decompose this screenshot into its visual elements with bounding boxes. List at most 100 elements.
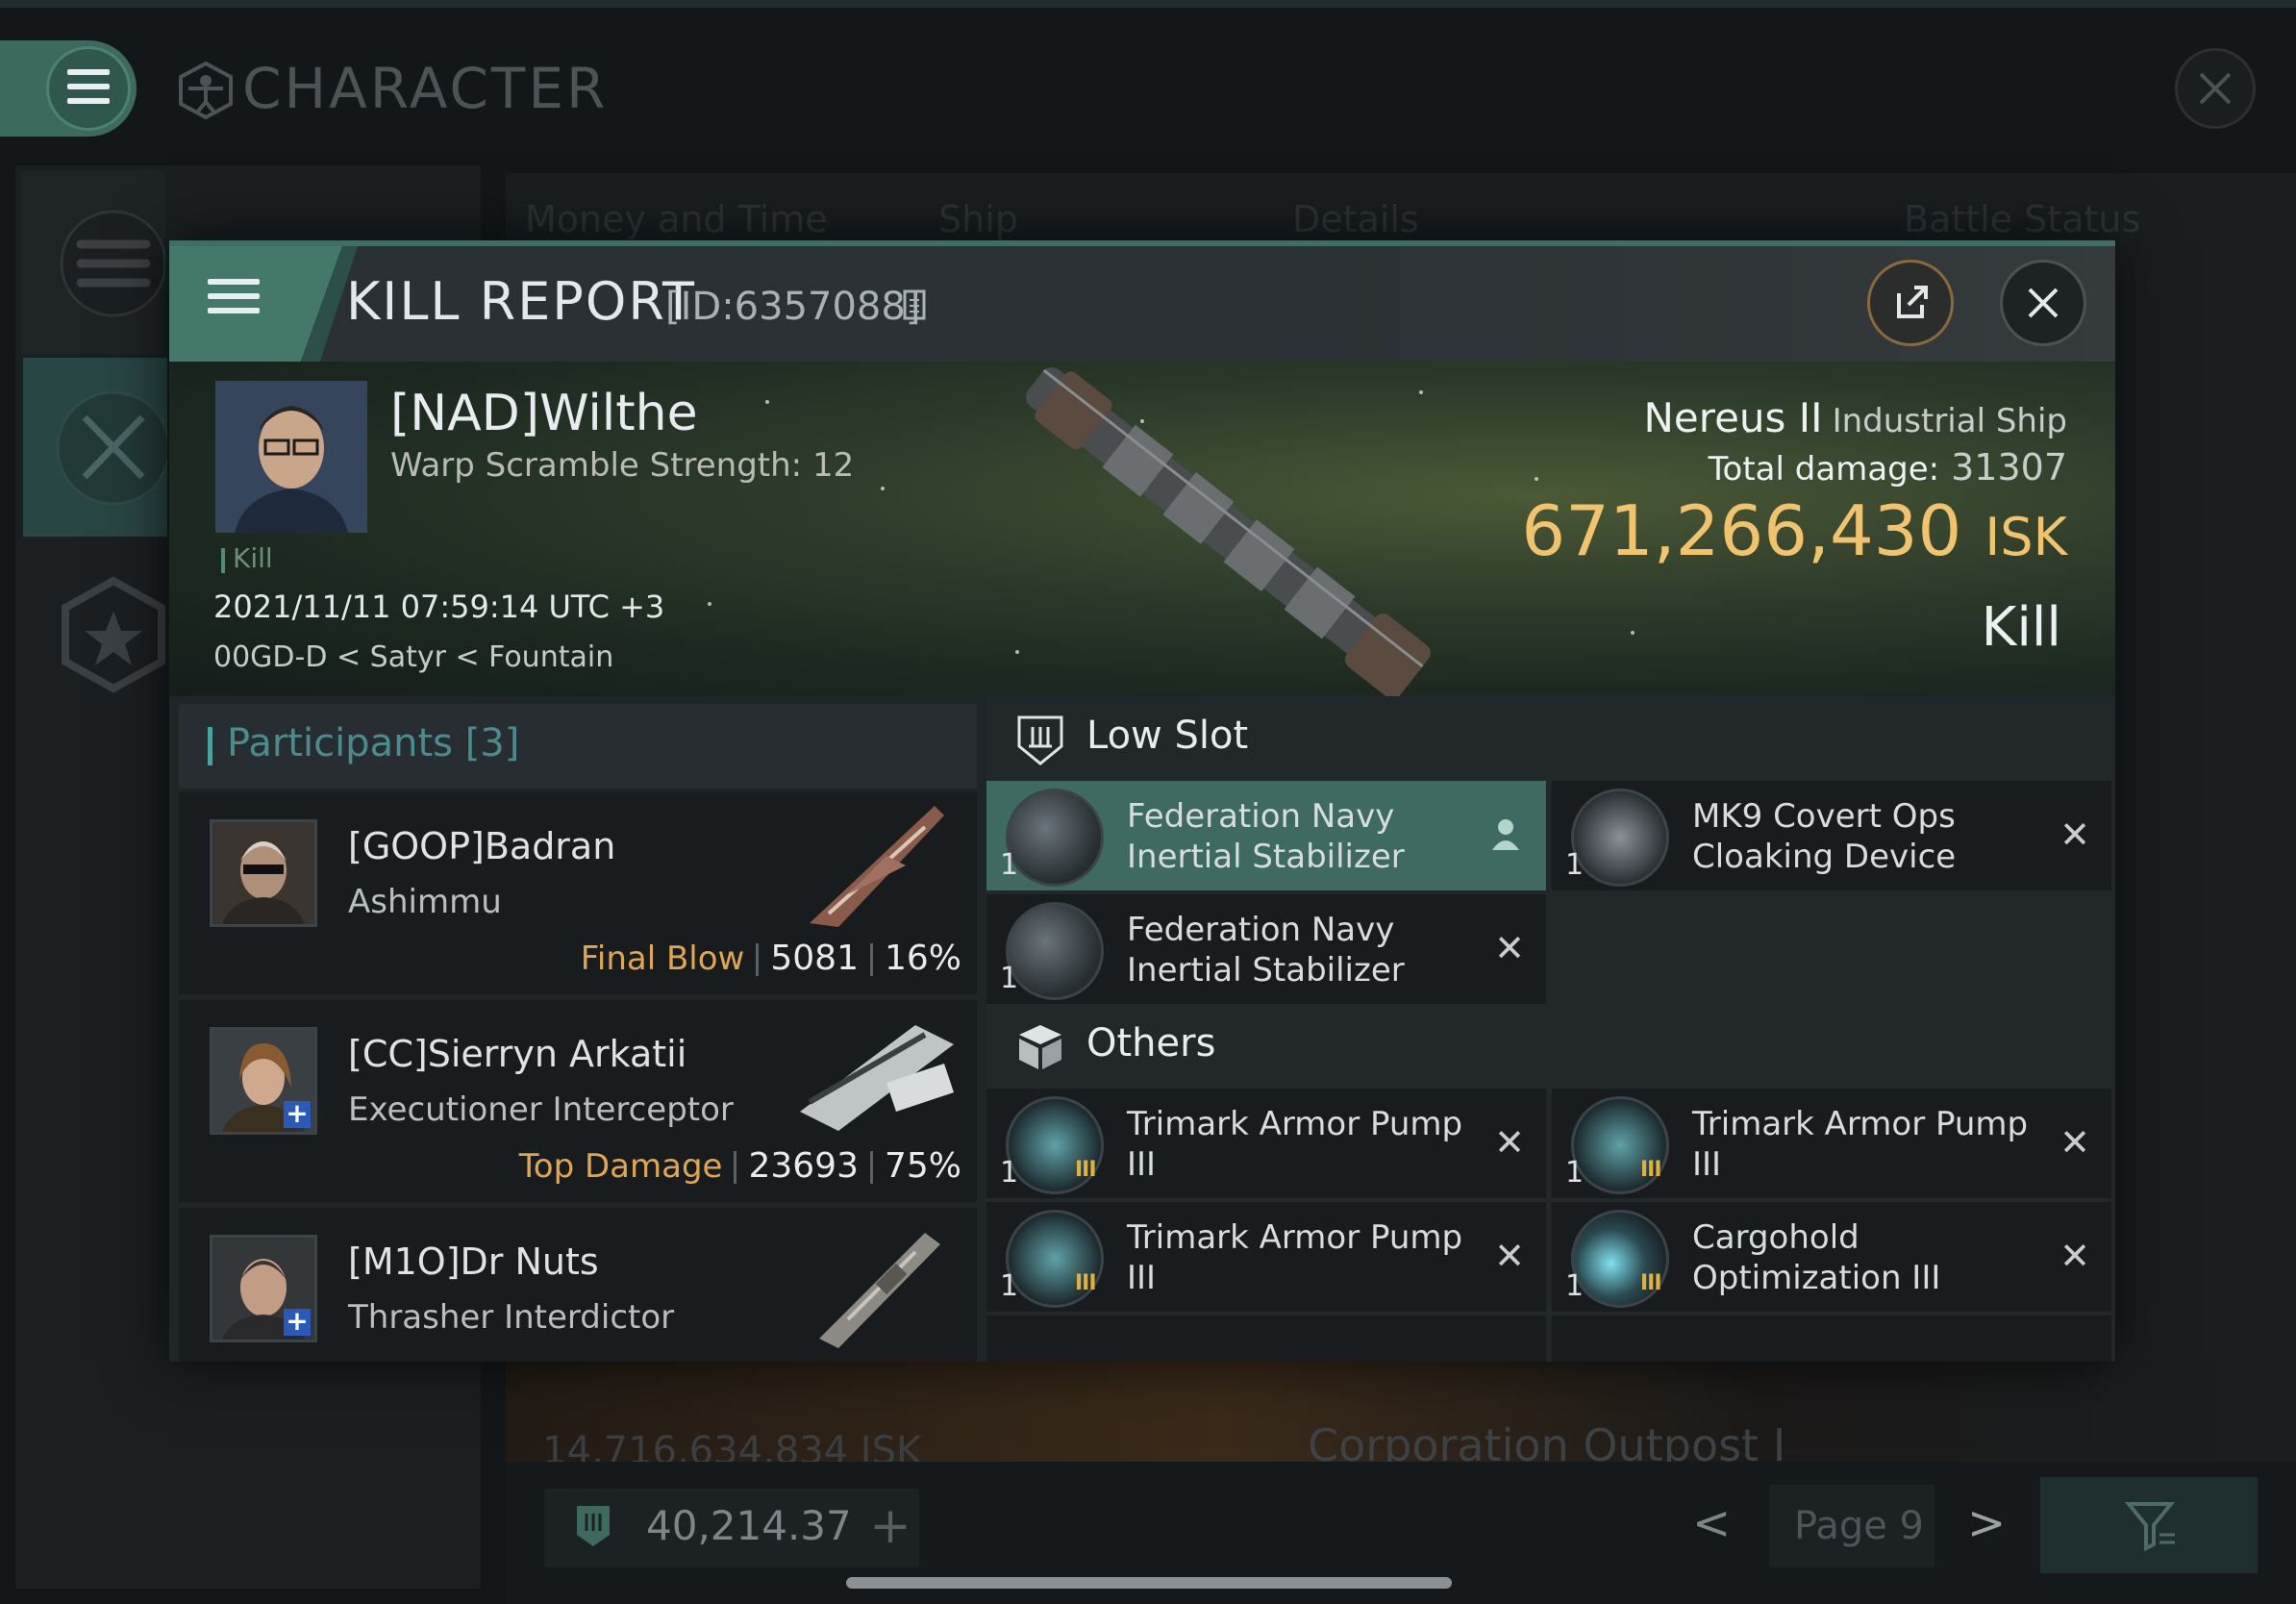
close-button[interactable]: [2000, 260, 2086, 346]
item-name: Federation Navy Inertial Stabilizer: [1127, 797, 1405, 876]
ship-class: Industrial Ship: [1832, 402, 2067, 440]
scroll-indicator[interactable]: [846, 1577, 1452, 1589]
close-icon: [2028, 288, 2059, 318]
tech-tier-badge: III: [1640, 1158, 1662, 1182]
column-ship[interactable]: Ship: [938, 198, 1018, 240]
person-icon: [1492, 819, 1519, 850]
participant-name[interactable]: [GOOP]Badran: [348, 825, 615, 867]
report-id: [ID:6357088]: [665, 285, 921, 329]
item-quantity: 1: [1565, 1269, 1585, 1303]
cube-icon: [1019, 1025, 1061, 1069]
participant-portrait[interactable]: [210, 819, 317, 927]
avatar: [215, 381, 367, 533]
vitruvian-icon: [179, 61, 233, 120]
other-item-partial[interactable]: [1552, 1316, 2111, 1362]
participant-portrait[interactable]: +: [210, 1027, 317, 1135]
destroyed-icon: ✕: [2059, 1235, 2090, 1277]
destroyed-icon: ✕: [1494, 1235, 1525, 1277]
item-name: Cargohold Optimization III: [1692, 1218, 1941, 1297]
character-close-button[interactable]: [2175, 48, 2256, 129]
item-name: Trimark Armor Pump III: [1127, 1105, 1463, 1184]
kill-report-dialog: KILL REPORT [ID:6357088] [NAD]Wilthe War…: [169, 240, 2115, 1362]
participant-damage: 23693: [748, 1146, 859, 1186]
victim-name[interactable]: [NAD]Wilthe: [390, 385, 698, 442]
item-quantity: 1: [1565, 1156, 1585, 1190]
item-quantity: 1: [1000, 1156, 1019, 1190]
kill-timestamp: 2021/11/11 07:59:14 UTC +3: [213, 589, 665, 625]
crossed-swords-icon: [56, 390, 171, 506]
participant-ship: Thrasher Interdictor: [348, 1298, 675, 1337]
next-page-button[interactable]: >: [1967, 1496, 2006, 1550]
hamburger-icon: [208, 279, 260, 322]
isk-amount: 671,266,430: [1521, 490, 1962, 571]
column-money-time[interactable]: Money and Time: [525, 198, 828, 240]
prev-page-button[interactable]: <: [1692, 1496, 1731, 1550]
other-item[interactable]: III 1 Trimark Armor Pump III ✕: [1552, 1089, 2111, 1198]
low-slot-item[interactable]: 1 MK9 Covert Ops Cloaking Device ✕: [1552, 781, 2111, 890]
column-details[interactable]: Details: [1292, 198, 1419, 240]
list-icon: [60, 210, 167, 317]
isk-value: 671,266,430 ISK: [1521, 490, 2067, 571]
victim-ship[interactable]: Nereus II Industrial Ship: [1643, 394, 2067, 441]
item-quantity: 1: [1000, 1269, 1019, 1303]
column-battle-status[interactable]: Battle Status: [1904, 198, 2140, 240]
copy-icon[interactable]: [902, 288, 931, 323]
hamburger-icon: [67, 69, 110, 113]
item-name: MK9 Covert Ops Cloaking Device: [1692, 797, 1957, 876]
page-label: Page 9: [1794, 1504, 1924, 1548]
kill-tag: Kill: [233, 542, 273, 574]
kill-tag-marker: [221, 548, 225, 573]
participant-portrait[interactable]: +: [210, 1235, 317, 1342]
destroyed-icon: ✕: [2059, 814, 2090, 856]
participant-tag: Final Blow: [580, 940, 745, 978]
tech-tier-badge: III: [1075, 1158, 1097, 1182]
fitting-pane: Low Slot 1 Federation Navy Inertial Stab…: [986, 696, 2115, 1362]
participant-stats: Final Blow 5081 16%: [581, 939, 961, 978]
item-name: Federation Navy Inertial Stabilizer: [1127, 911, 1405, 990]
low-slot-item[interactable]: 1 Federation Navy Inertial Stabilizer: [986, 781, 1546, 890]
rail-item-kills[interactable]: [23, 358, 171, 537]
participant-name[interactable]: [CC]Sierryn Arkatii: [348, 1033, 686, 1075]
other-item[interactable]: III 1 Trimark Armor Pump III ✕: [986, 1202, 1546, 1312]
isk-unit: ISK: [1984, 507, 2067, 567]
participant-ship-image: [819, 1233, 940, 1348]
dialog-title: KILL REPORT: [346, 271, 696, 332]
other-item-partial[interactable]: [986, 1316, 1546, 1362]
tech-tier-badge: III: [1075, 1271, 1097, 1295]
victim-portrait[interactable]: [215, 381, 367, 533]
participant-row[interactable]: + [CC]Sierryn Arkatii Executioner Interc…: [179, 1000, 977, 1202]
character-title: CHARACTER: [242, 56, 609, 121]
participant-row[interactable]: [GOOP]Badran Ashimmu Final Blow 5081 16%: [179, 792, 977, 994]
victim-banner: [NAD]Wilthe Warp Scramble Strength: 12 K…: [169, 362, 2115, 696]
filter-button[interactable]: [2040, 1477, 2258, 1573]
participant-ship: Ashimmu: [348, 883, 502, 921]
wallet-amount: 40,214.37: [646, 1502, 852, 1549]
add-funds-button[interactable]: +: [861, 1496, 919, 1560]
participant-ship: Executioner Interceptor: [348, 1090, 734, 1129]
cloak-icon: [1571, 789, 1669, 887]
participant-row[interactable]: + [M1O]Dr Nuts Thrasher Interdictor: [179, 1208, 977, 1362]
destroyed-icon: ✕: [1494, 927, 1525, 969]
character-menu-button[interactable]: [0, 40, 137, 137]
plus-badge: +: [284, 1308, 311, 1336]
total-damage-label: Total damage:: [1708, 450, 1940, 489]
participants-title: Participants [3]: [227, 721, 519, 765]
participants-count: [3]: [464, 721, 520, 765]
total-damage: Total damage: 31307: [1709, 446, 2067, 489]
rail-item-list[interactable]: [21, 171, 167, 354]
low-slot-item[interactable]: 1 Federation Navy Inertial Stabilizer ✕: [986, 894, 1546, 1004]
plus-badge: +: [284, 1100, 311, 1128]
destroyed-icon: ✕: [1494, 1121, 1525, 1164]
share-button[interactable]: [1867, 260, 1954, 346]
destroyed-icon: ✕: [2059, 1121, 2090, 1164]
other-item[interactable]: III 1 Trimark Armor Pump III ✕: [986, 1089, 1546, 1198]
share-icon: [1897, 286, 1928, 318]
low-slot-title: Low Slot: [1086, 714, 1249, 758]
kill-location[interactable]: 00GD-D < Satyr < Fountain: [213, 640, 613, 674]
avatar: [212, 822, 314, 924]
participants-marker: [208, 727, 212, 765]
rail-item-favorites[interactable]: [21, 544, 165, 723]
other-item[interactable]: III 1 Cargohold Optimization III ✕: [1552, 1202, 2111, 1312]
stabilizer-icon: [1006, 789, 1104, 887]
participant-name[interactable]: [M1O]Dr Nuts: [348, 1241, 599, 1283]
